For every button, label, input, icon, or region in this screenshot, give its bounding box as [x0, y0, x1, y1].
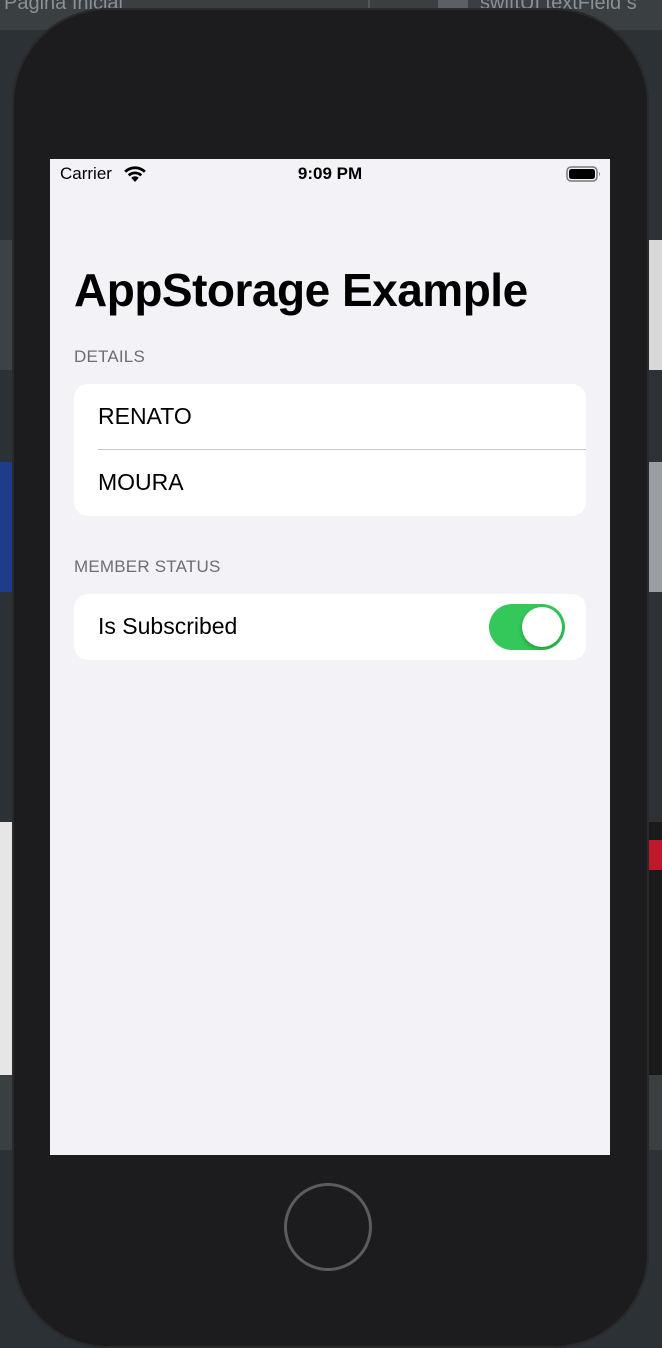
last-name-value[interactable]: MOURA	[98, 469, 184, 496]
details-section-header: DETAILS	[74, 347, 145, 366]
last-name-field[interactable]: MOURA	[74, 450, 586, 516]
first-name-field[interactable]: RENATO	[74, 384, 586, 450]
toggle-knob[interactable]	[522, 607, 562, 647]
subscribed-label: Is Subscribed	[98, 613, 238, 639]
home-button[interactable]	[284, 1183, 372, 1271]
subscribed-toggle[interactable]	[489, 604, 565, 650]
battery-icon	[566, 165, 602, 188]
clock: 9:09 PM	[297, 164, 363, 183]
subscribed-row: Is Subscribed	[74, 594, 586, 660]
page-title: AppStorage Example	[74, 264, 528, 316]
member-status-section-header: MEMBER STATUS	[74, 557, 221, 576]
details-group: RENATO MOURA	[74, 384, 586, 516]
first-name-value[interactable]: RENATO	[98, 403, 192, 430]
status-bar: Carrier 9:09 PM	[50, 159, 610, 189]
member-status-group: Is Subscribed	[74, 594, 586, 660]
app-screen: Carrier 9:09 PM AppStorage Example DETAI…	[50, 159, 610, 1155]
